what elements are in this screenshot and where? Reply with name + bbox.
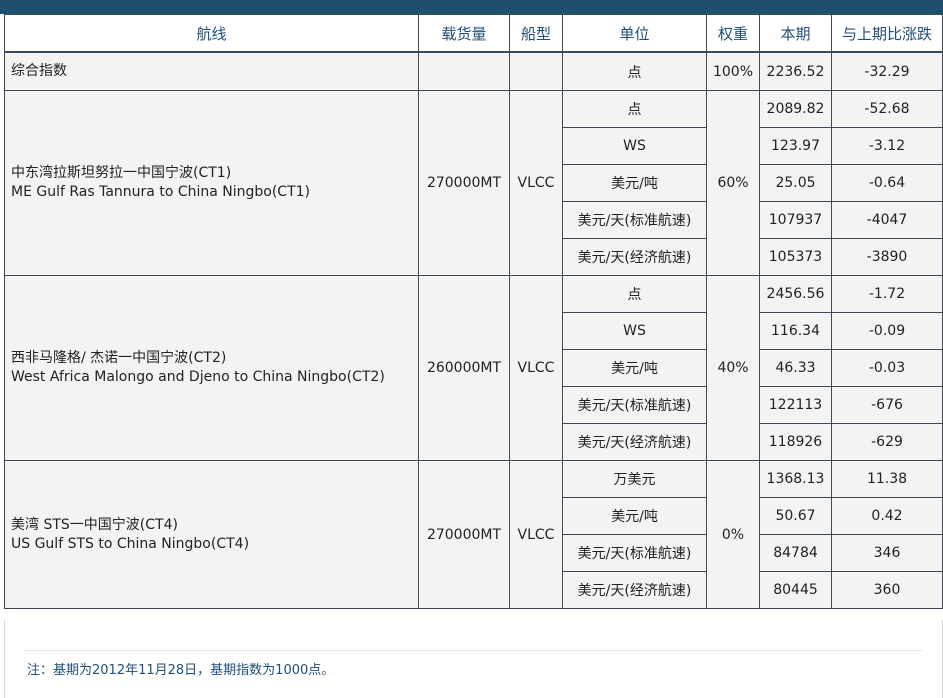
header-change: 与上期比涨跌 [831, 14, 943, 53]
route-ct1: 中东湾拉斯坦努拉一中国宁波(CT1) ME Gulf Ras Tannura t… [4, 90, 419, 276]
row-change: -0.09 [831, 312, 943, 350]
row-change: -676 [831, 386, 943, 424]
route-cargo: 270000MT [418, 90, 510, 276]
row-change: -3890 [831, 238, 943, 276]
header-route: 航线 [4, 14, 419, 53]
route-ct4: 美湾 STS一中国宁波(CT4) US Gulf STS to China Ni… [4, 460, 419, 609]
row-change: 0.42 [831, 497, 943, 535]
row-current: 50.67 [759, 497, 832, 535]
row-unit: 点 [562, 90, 707, 128]
index-table-container: 航线 载货量 船型 单位 权重 本期 与上期比涨跌 综合指数 点 100% 22… [4, 14, 943, 609]
row-current: 46.33 [759, 349, 832, 387]
row-current: 107937 [759, 201, 832, 239]
row-change: -0.64 [831, 164, 943, 202]
row-change: -1.72 [831, 275, 943, 313]
route-ship: VLCC [509, 90, 563, 276]
row-unit: 美元/天(标准航速) [562, 534, 707, 572]
header-unit: 单位 [562, 14, 707, 53]
base-period-note: 注：基期为2012年11月28日，基期指数为1000点。 [27, 663, 335, 678]
row-unit: WS [562, 127, 707, 165]
freight-index-table: 航线 载货量 船型 单位 权重 本期 与上期比涨跌 综合指数 点 100% 22… [4, 14, 943, 609]
row-unit: 美元/吨 [562, 164, 707, 202]
route-ship: VLCC [509, 460, 563, 609]
row-change: 11.38 [831, 460, 943, 498]
row-unit: 万美元 [562, 460, 707, 498]
route-cargo: 270000MT [418, 460, 510, 609]
row-current: 123.97 [759, 127, 832, 165]
row-change: -4047 [831, 201, 943, 239]
route-ct2: 西非马隆格/ 杰诺一中国宁波(CT2) West Africa Malongo … [4, 275, 419, 461]
row-current: 122113 [759, 386, 832, 424]
note-area: 注：基期为2012年11月28日，基期指数为1000点。 [4, 620, 943, 698]
row-unit: 点 [562, 275, 707, 313]
row-unit: 美元/天(标准航速) [562, 201, 707, 239]
route-name-en: ME Gulf Ras Tannura to China Ningbo(CT1) [11, 184, 311, 200]
header-row: 航线 载货量 船型 单位 权重 本期 与上期比涨跌 [4, 14, 943, 53]
summary-current: 2236.52 [759, 51, 832, 91]
row-current: 84784 [759, 534, 832, 572]
row-current: 1368.13 [759, 460, 832, 498]
row-current: 80445 [759, 571, 832, 609]
summary-row: 综合指数 点 100% 2236.52 -32.29 [4, 51, 943, 91]
route-name-en: US Gulf STS to China Ningbo(CT4) [11, 535, 250, 552]
row-change: -0.03 [831, 349, 943, 387]
row-unit: 美元/天(经济航速) [562, 423, 707, 461]
row-unit: 美元/天(经济航速) [562, 571, 707, 609]
row-current: 2089.82 [759, 90, 832, 128]
header-cargo: 载货量 [418, 14, 510, 53]
route-ship: VLCC [509, 275, 563, 461]
row-unit: 美元/吨 [562, 497, 707, 535]
route-weight: 40% [706, 275, 760, 461]
route-cargo: 260000MT [418, 275, 510, 461]
route-name-cn: 美湾 STS一中国宁波(CT4) [11, 516, 178, 533]
summary-weight: 100% [706, 51, 760, 91]
summary-name: 综合指数 [4, 51, 419, 91]
header-ship-type: 船型 [509, 14, 563, 53]
route-name-cn: 西非马隆格/ 杰诺一中国宁波(CT2) [11, 350, 227, 366]
row-unit: 美元/天(标准航速) [562, 386, 707, 424]
route-name-en: West Africa Malongo and Djeno to China N… [11, 369, 385, 385]
row-current: 25.05 [759, 164, 832, 202]
row-current: 105373 [759, 238, 832, 276]
row-change: -52.68 [831, 90, 943, 128]
summary-cargo [418, 51, 510, 91]
table-row: 西非马隆格/ 杰诺一中国宁波(CT2) West Africa Malongo … [4, 275, 943, 461]
table-row: 中东湾拉斯坦努拉一中国宁波(CT1) ME Gulf Ras Tannura t… [4, 90, 943, 276]
header-weight: 权重 [706, 14, 760, 53]
note-divider [25, 650, 921, 651]
route-weight: 0% [706, 460, 760, 609]
header-current: 本期 [759, 14, 832, 53]
row-current: 2456.56 [759, 275, 832, 313]
row-unit: WS [562, 312, 707, 350]
route-name-cn: 中东湾拉斯坦努拉一中国宁波(CT1) [11, 165, 232, 181]
row-change: 346 [831, 534, 943, 572]
route-weight: 60% [706, 90, 760, 276]
top-bar [0, 0, 943, 14]
row-change: -3.12 [831, 127, 943, 165]
row-unit: 美元/吨 [562, 349, 707, 387]
row-current: 116.34 [759, 312, 832, 350]
summary-unit: 点 [562, 51, 707, 91]
row-unit: 美元/天(经济航速) [562, 238, 707, 276]
summary-change: -32.29 [831, 51, 943, 91]
row-change: 360 [831, 571, 943, 609]
row-current: 118926 [759, 423, 832, 461]
summary-ship [509, 51, 563, 91]
row-change: -629 [831, 423, 943, 461]
table-row: 美湾 STS一中国宁波(CT4) US Gulf STS to China Ni… [4, 460, 943, 609]
